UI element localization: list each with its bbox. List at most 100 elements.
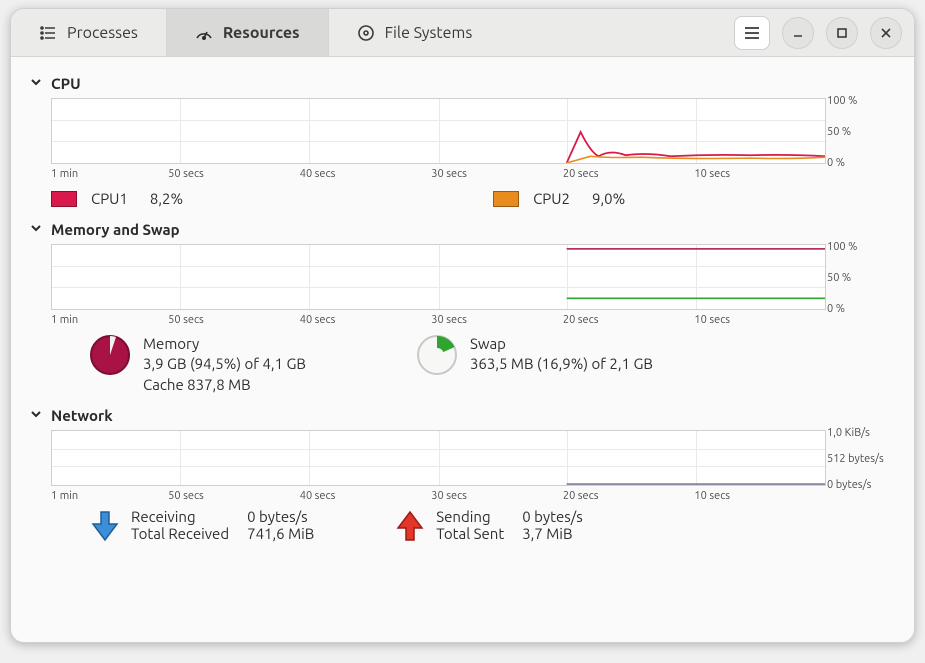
xtick: 1 min	[51, 314, 78, 326]
memory-line1: 3,9 GB (94,5%) of 4,1 GB	[143, 354, 306, 374]
net-x-ticks: 1 min 50 secs 40 secs 30 secs 20 secs 10…	[51, 490, 826, 502]
net-ytick: 512 bytes/s	[827, 453, 893, 465]
tab-filesystems-label: File Systems	[385, 24, 473, 42]
minimize-button[interactable]	[782, 17, 814, 49]
window-controls	[734, 16, 914, 50]
memory-text: Memory 3,9 GB (94,5%) of 4,1 GB Cache 83…	[143, 334, 306, 395]
sending-rate: 0 bytes/s	[522, 508, 582, 525]
cpu1-label: CPU1	[91, 190, 128, 207]
cpu2-legend-item[interactable]: CPU2 9,0%	[493, 190, 625, 207]
mem-ytick: 50 %	[827, 272, 877, 284]
cpu-ytick: 50 %	[827, 126, 877, 138]
mem-ytick: 100 %	[827, 241, 877, 253]
receiving-text: Receiving 0 bytes/s Total Received 741,6…	[131, 508, 314, 542]
total-sent-label: Total Sent	[436, 525, 504, 542]
xtick: 40 secs	[300, 314, 432, 326]
tab-resources[interactable]: Resources	[167, 9, 329, 56]
system-monitor-window: Processes Resources File Systems	[10, 8, 915, 643]
net-chart-area: 1,0 KiB/s 512 bytes/s 0 bytes/s 1 min 50…	[51, 430, 896, 502]
net-chart: 1,0 KiB/s 512 bytes/s 0 bytes/s	[51, 430, 826, 486]
sending-text: Sending 0 bytes/s Total Sent 3,7 MiB	[436, 508, 582, 542]
xtick: 50 secs	[168, 490, 300, 502]
mem-legend-row: Memory 3,9 GB (94,5%) of 4,1 GB Cache 83…	[89, 334, 896, 395]
mem-section-title: Memory and Swap	[51, 221, 180, 238]
memory-title: Memory	[143, 334, 306, 354]
net-y-ticks: 1,0 KiB/s 512 bytes/s 0 bytes/s	[827, 427, 893, 491]
tab-processes-label: Processes	[67, 24, 138, 42]
mem-ytick: 0 %	[827, 303, 877, 315]
chevron-down-icon	[29, 407, 43, 424]
cpu2-swatch	[493, 191, 519, 207]
sending-block[interactable]: Sending 0 bytes/s Total Sent 3,7 MiB	[394, 508, 582, 544]
mem-x-ticks: 1 min 50 secs 40 secs 30 secs 20 secs 10…	[51, 314, 826, 326]
cpu-section-title: CPU	[51, 75, 81, 92]
xtick: 1 min	[51, 490, 78, 502]
total-received-value: 741,6 MiB	[247, 525, 314, 542]
chevron-down-icon	[29, 221, 43, 238]
swap-pie-icon	[416, 334, 458, 376]
maximize-button[interactable]	[826, 17, 858, 49]
list-icon	[39, 24, 57, 42]
memory-line2: Cache 837,8 MB	[143, 375, 306, 395]
cpu-x-ticks: 1 min 50 secs 40 secs 30 secs 20 secs 10…	[51, 168, 826, 180]
xtick: 40 secs	[300, 490, 432, 502]
tab-resources-label: Resources	[223, 24, 300, 42]
mem-y-ticks: 100 % 50 % 0 %	[827, 241, 877, 315]
memory-pie-icon	[89, 334, 131, 376]
cpu-ytick: 0 %	[827, 157, 877, 169]
xtick: 50 secs	[168, 314, 300, 326]
xtick: 30 secs	[431, 168, 563, 180]
gauge-icon	[195, 24, 213, 42]
cpu1-value: 8,2%	[150, 190, 183, 207]
disk-icon	[357, 24, 375, 42]
xtick: 30 secs	[431, 314, 563, 326]
memory-block[interactable]: Memory 3,9 GB (94,5%) of 4,1 GB Cache 83…	[89, 334, 306, 395]
net-legend-row: Receiving 0 bytes/s Total Received 741,6…	[89, 508, 896, 544]
xtick: 20 secs	[563, 314, 695, 326]
close-button[interactable]	[870, 17, 902, 49]
tab-filesystems[interactable]: File Systems	[329, 9, 501, 56]
swap-line1: 363,5 MB (16,9%) of 2,1 GB	[470, 354, 653, 374]
cpu2-value: 9,0%	[592, 190, 625, 207]
chevron-down-icon	[29, 75, 43, 92]
xtick: 20 secs	[563, 490, 695, 502]
xtick: 10 secs	[694, 314, 826, 326]
cpu-chart: 100 % 50 % 0 %	[51, 98, 826, 164]
total-received-label: Total Received	[131, 525, 229, 542]
receiving-rate: 0 bytes/s	[247, 508, 314, 525]
mem-chart-area: 100 % 50 % 0 % 1 min 50 secs 40 secs 30 …	[51, 244, 896, 326]
titlebar: Processes Resources File Systems	[11, 9, 914, 57]
arrow-up-icon	[394, 508, 426, 544]
xtick: 1 min	[51, 168, 78, 180]
arrow-down-icon	[89, 508, 121, 544]
xtick: 30 secs	[431, 490, 563, 502]
tab-bar: Processes Resources File Systems	[11, 9, 500, 56]
cpu1-legend-item[interactable]: CPU1 8,2%	[51, 190, 183, 207]
net-section-header[interactable]: Network	[29, 407, 896, 424]
swap-text: Swap 363,5 MB (16,9%) of 2,1 GB	[470, 334, 653, 375]
cpu-section-header[interactable]: CPU	[29, 75, 896, 92]
cpu1-swatch	[51, 191, 77, 207]
cpu-ytick: 100 %	[827, 95, 877, 107]
tab-processes[interactable]: Processes	[11, 9, 167, 56]
sending-label: Sending	[436, 508, 504, 525]
net-section-title: Network	[51, 407, 113, 424]
xtick: 10 secs	[694, 490, 826, 502]
xtick: 20 secs	[563, 168, 695, 180]
swap-block[interactable]: Swap 363,5 MB (16,9%) of 2,1 GB	[416, 334, 653, 395]
net-ytick: 1,0 KiB/s	[827, 427, 893, 439]
hamburger-menu-button[interactable]	[734, 16, 770, 50]
xtick: 50 secs	[168, 168, 300, 180]
cpu-legend: CPU1 8,2% CPU2 9,0%	[51, 190, 896, 207]
total-sent-value: 3,7 MiB	[522, 525, 582, 542]
cpu2-label: CPU2	[533, 190, 570, 207]
content-area: CPU 100 % 50 % 0 % 1 min 50 secs 40 sec	[11, 57, 914, 642]
xtick: 40 secs	[300, 168, 432, 180]
cpu-chart-area: 100 % 50 % 0 % 1 min 50 secs 40 secs 30 …	[51, 98, 896, 180]
receiving-label: Receiving	[131, 508, 229, 525]
cpu-y-ticks: 100 % 50 % 0 %	[827, 95, 877, 169]
net-ytick: 0 bytes/s	[827, 479, 893, 491]
swap-title: Swap	[470, 334, 653, 354]
receiving-block[interactable]: Receiving 0 bytes/s Total Received 741,6…	[89, 508, 314, 544]
mem-section-header[interactable]: Memory and Swap	[29, 221, 896, 238]
